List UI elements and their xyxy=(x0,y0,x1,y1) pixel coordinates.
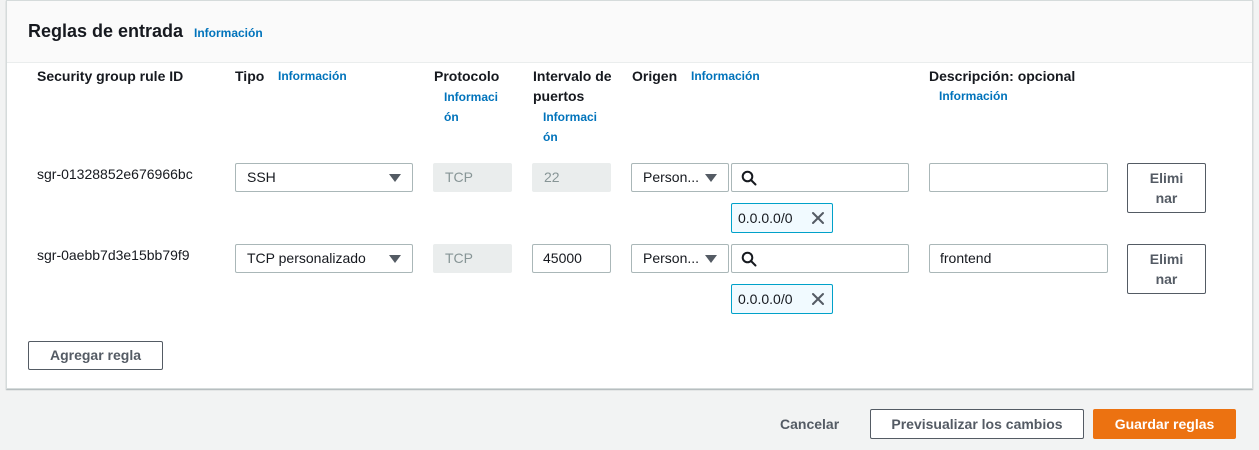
port-range-info-link[interactable]: Información xyxy=(533,107,603,147)
close-icon[interactable] xyxy=(811,292,825,306)
source-type-value: Person... xyxy=(643,169,700,185)
source-search-input[interactable] xyxy=(731,244,909,273)
source-info-link[interactable]: Información xyxy=(691,69,760,83)
description-info-link[interactable]: Información xyxy=(939,89,1008,103)
port-range-input[interactable]: 45000 xyxy=(532,244,611,273)
type-select-value: TCP personalizado xyxy=(247,250,366,266)
cidr-token: 0.0.0.0/0 xyxy=(731,284,833,314)
type-info-link[interactable]: Información xyxy=(278,69,347,83)
protocol-field: TCP xyxy=(433,244,512,273)
delete-rule-label: Eliminar xyxy=(1149,251,1184,287)
cidr-token: 0.0.0.0/0 xyxy=(731,203,833,233)
col-header-type: Tipo xyxy=(235,68,265,84)
close-icon[interactable] xyxy=(811,211,825,225)
delete-rule-button[interactable]: Eliminar xyxy=(1127,244,1206,294)
delete-rule-label: Eliminar xyxy=(1149,170,1184,206)
cancel-button[interactable]: Cancelar xyxy=(780,416,839,432)
type-select[interactable]: TCP personalizado xyxy=(235,244,413,273)
panel-header: Reglas de entrada Información xyxy=(7,1,1252,63)
delete-rule-button[interactable]: Eliminar xyxy=(1127,163,1206,213)
caret-down-icon xyxy=(705,255,717,263)
protocol-info-link[interactable]: Información xyxy=(434,87,504,127)
preview-changes-button[interactable]: Previsualizar los cambios xyxy=(870,409,1084,439)
col-header-description: Descripción: opcional xyxy=(929,68,1076,84)
source-type-select[interactable]: Person... xyxy=(631,163,729,192)
col-header-source: Origen xyxy=(632,68,678,84)
caret-down-icon xyxy=(705,174,717,182)
save-rules-button[interactable]: Guardar reglas xyxy=(1093,409,1236,439)
inbound-rules-panel: Reglas de entrada Información Security g… xyxy=(6,0,1253,389)
description-input[interactable] xyxy=(929,163,1108,192)
cidr-token-label: 0.0.0.0/0 xyxy=(738,210,793,226)
add-rule-button[interactable]: Agregar regla xyxy=(28,341,163,370)
port-range-field: 22 xyxy=(532,163,611,192)
type-select[interactable]: SSH xyxy=(235,163,413,192)
search-icon xyxy=(741,251,757,267)
col-header-rule-id: Security group rule ID xyxy=(37,68,184,84)
title-info-link[interactable]: Información xyxy=(194,26,263,40)
protocol-field: TCP xyxy=(433,163,512,192)
source-type-value: Person... xyxy=(643,250,700,266)
description-input[interactable]: frontend xyxy=(929,244,1108,273)
source-type-select[interactable]: Person... xyxy=(631,244,729,273)
rule-id: sgr-0aebb7d3e15bb79f9 xyxy=(37,247,190,263)
rule-id: sgr-01328852e676966bc xyxy=(37,166,193,182)
search-icon xyxy=(741,170,757,186)
panel-title: Reglas de entrada xyxy=(28,21,184,41)
col-header-protocol: Protocolo xyxy=(434,68,500,84)
caret-down-icon xyxy=(389,174,401,182)
cidr-token-label: 0.0.0.0/0 xyxy=(738,291,793,307)
source-search-input[interactable] xyxy=(731,163,909,192)
caret-down-icon xyxy=(389,255,401,263)
type-select-value: SSH xyxy=(247,169,276,185)
col-header-port-range: Intervalo de puertos xyxy=(533,68,612,104)
